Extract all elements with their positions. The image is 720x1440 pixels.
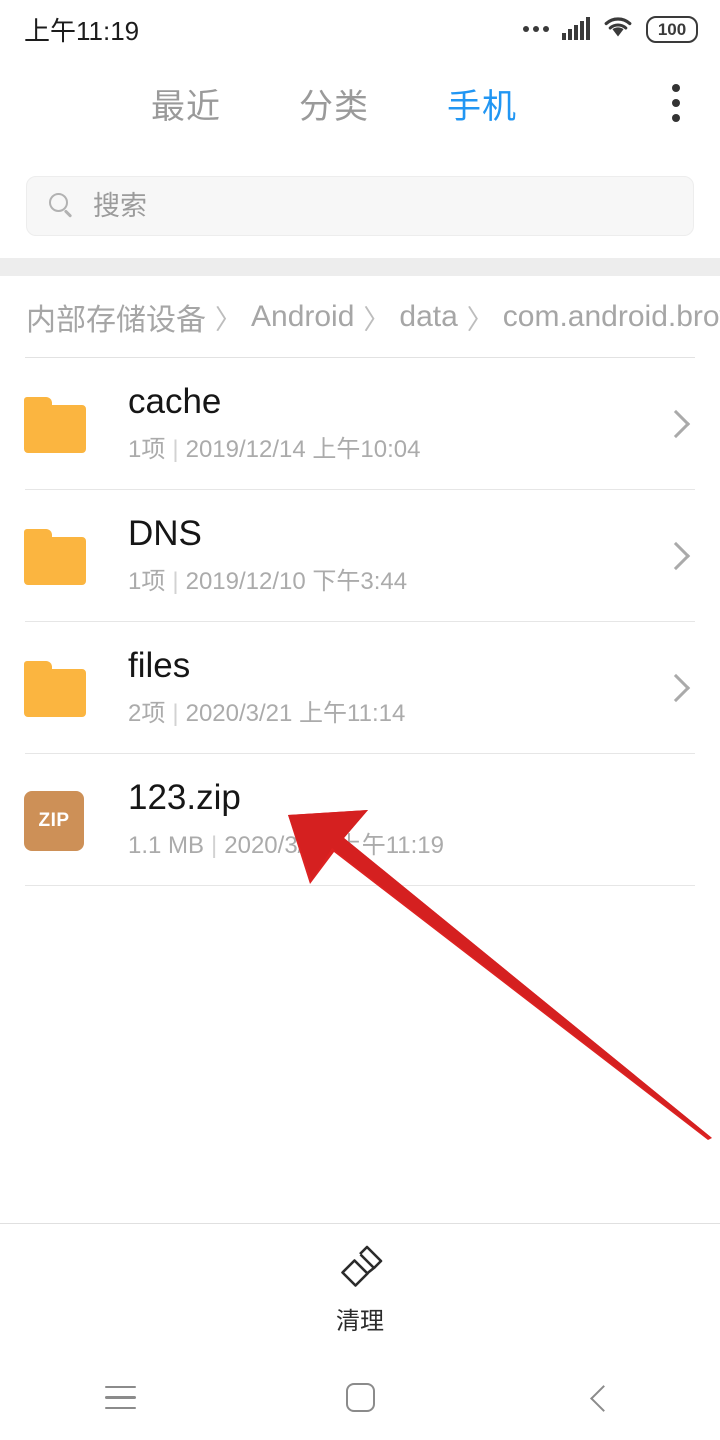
file-size: 1.1 MB (128, 832, 205, 860)
bottom-toolbar: 清理 (0, 1223, 720, 1355)
menu-icon (104, 1385, 136, 1410)
tab-recent[interactable]: 最近 (151, 79, 221, 128)
table-row[interactable]: DNS 1项 | 2019/12/10 下午3:44 (0, 490, 720, 622)
file-info: cache 1项 | 2019/12/14 上午10:04 (128, 384, 650, 465)
file-name: files (128, 647, 191, 685)
file-name: 123.zip (128, 779, 241, 817)
meta-separator: | (172, 700, 179, 728)
file-date: 2020/3/21 上午11:19 (224, 832, 444, 860)
file-count: 2项 (128, 700, 166, 728)
file-date: 2019/12/10 下午3:44 (185, 568, 408, 596)
status-bar-icons: 100 (523, 15, 698, 43)
wifi-icon (603, 15, 633, 43)
file-info: 123.zip 1.1 MB | 2020/3/21 上午11:19 (128, 780, 694, 861)
folder-icon (24, 657, 86, 719)
folder-icon (24, 393, 86, 455)
file-meta: 1项 | 2019/12/10 下午3:44 (128, 561, 650, 596)
clean-label: 清理 (336, 1307, 384, 1335)
meta-separator: | (172, 568, 179, 596)
tab-categories[interactable]: 分类 (299, 79, 369, 128)
breadcrumb-separator-icon: 〉 (466, 304, 494, 335)
file-info: files 2项 | 2020/3/21 上午11:14 (128, 648, 650, 729)
battery-icon: 100 (646, 15, 698, 43)
file-count: 1项 (128, 436, 166, 464)
meta-separator: | (211, 832, 218, 860)
tab-group: 最近 分类 手机 (0, 79, 632, 128)
chevron-left-icon (587, 1385, 613, 1411)
battery-level: 100 (657, 19, 687, 39)
row-divider (25, 885, 695, 886)
android-nav-bar (0, 1355, 720, 1440)
table-row[interactable]: ZIP 123.zip 1.1 MB | 2020/3/21 上午11:19 (0, 754, 720, 886)
tab-bar: 最近 分类 手机 (0, 62, 720, 144)
broom-icon (336, 1244, 384, 1292)
file-meta: 2项 | 2020/3/21 上午11:14 (128, 693, 650, 728)
folder-icon (24, 525, 86, 587)
breadcrumb-separator-icon: 〉 (215, 304, 242, 335)
chevron-right-icon (660, 671, 694, 705)
chevron-right-icon (660, 407, 694, 441)
clean-button[interactable]: 清理 (312, 1238, 408, 1342)
home-square-icon (345, 1383, 375, 1412)
breadcrumb-item-package[interactable]: com.android.browse (503, 300, 720, 334)
zip-file-icon: ZIP (24, 789, 86, 851)
more-dots-icon (523, 26, 549, 32)
search-icon (49, 193, 75, 219)
search-box[interactable] (26, 176, 694, 236)
tab-phone[interactable]: 手机 (447, 79, 517, 128)
section-divider-band (0, 258, 720, 276)
status-bar-clock: 上午11:19 (24, 15, 140, 46)
file-info: DNS 1项 | 2019/12/10 下午3:44 (128, 516, 650, 597)
breadcrumb-separator-icon: 〉 (363, 304, 391, 335)
file-manager-screen: 上午11:19 100 最近 分类 手机 搜索 内部存储设备 〉 Android… (0, 0, 720, 1440)
breadcrumb: 内部存储设备 〉 Android 〉 data 〉 com.android.br… (0, 276, 720, 358)
file-list: cache 1项 | 2019/12/14 上午10:04 DNS 1项 | 2019/… (0, 358, 720, 886)
table-row[interactable]: cache 1项 | 2019/12/14 上午10:04 (0, 358, 720, 490)
table-row[interactable]: files 2项 | 2020/3/21 上午11:14 (0, 622, 720, 754)
overflow-menu-icon[interactable] (632, 62, 720, 144)
file-date: 2019/12/14 上午10:04 (185, 436, 421, 464)
file-name: DNS (128, 515, 202, 553)
meta-separator: | (172, 436, 179, 464)
nav-recents-button[interactable] (60, 1355, 180, 1440)
zip-icon-label: ZIP (38, 810, 70, 831)
file-date: 2020/3/21 上午11:14 (185, 700, 406, 728)
breadcrumb-item-data[interactable]: data (399, 300, 457, 334)
file-count: 1项 (128, 568, 166, 596)
signal-icon (562, 17, 590, 40)
file-name: cache (128, 383, 222, 421)
breadcrumb-item-android[interactable]: Android (251, 300, 354, 334)
chevron-right-icon (660, 539, 694, 573)
file-meta: 1.1 MB | 2020/3/21 上午11:19 (128, 825, 694, 860)
breadcrumb-item-storage[interactable]: 内部存储设备 (26, 295, 206, 339)
file-meta: 1项 | 2019/12/14 上午10:04 (128, 429, 650, 464)
nav-home-button[interactable] (300, 1355, 420, 1440)
search-input[interactable] (93, 190, 671, 222)
status-bar: 上午11:19 100 (0, 0, 720, 58)
search-bar (26, 176, 694, 236)
nav-back-button[interactable] (540, 1355, 660, 1440)
